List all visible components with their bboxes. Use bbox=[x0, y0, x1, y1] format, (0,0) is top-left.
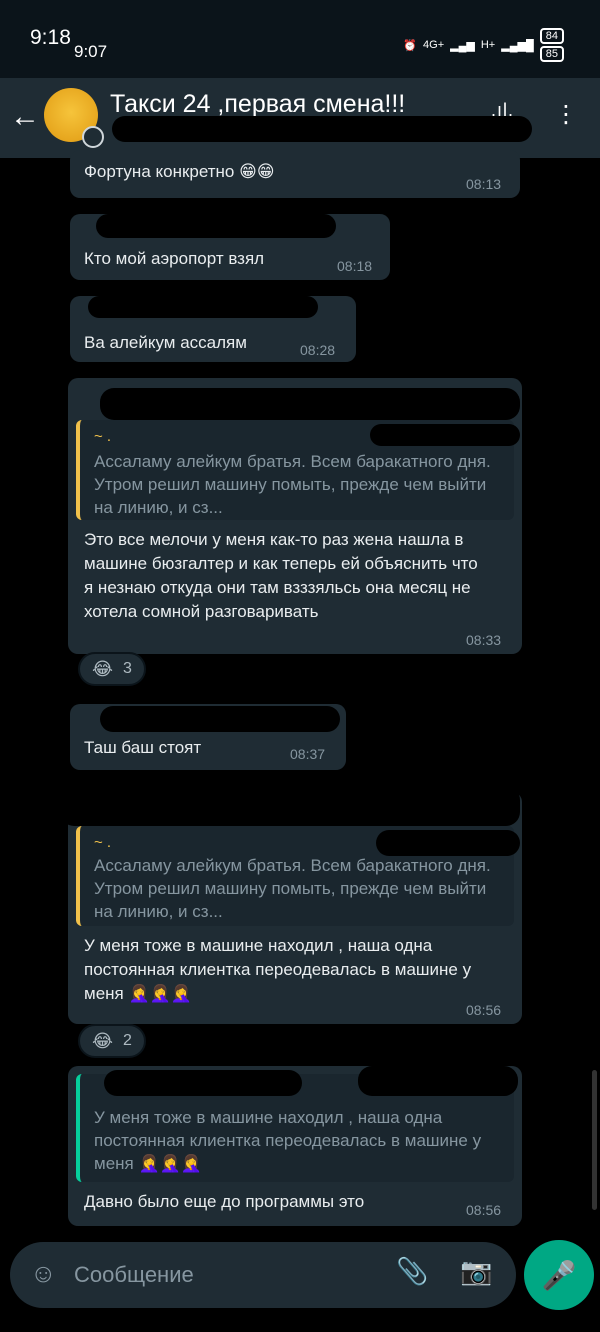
signal-icon-2: ▂▄▆█ bbox=[501, 39, 534, 52]
reaction-emoji: 😂 bbox=[92, 658, 114, 679]
network-type-2: H+ bbox=[480, 39, 496, 51]
paperclip-icon[interactable]: 📎 bbox=[396, 1256, 428, 1287]
redacted-sender bbox=[100, 706, 340, 732]
message-time: 08:18 bbox=[337, 258, 373, 274]
quote-text: У меня тоже в машине находил , наша одна… bbox=[94, 1108, 482, 1173]
status-icons: ⏰ 4G+ ▂▄▆ H+ ▂▄▆█ 84 85 bbox=[403, 28, 564, 62]
message-time: 08:28 bbox=[300, 342, 336, 358]
redacted-subtitle bbox=[112, 116, 532, 142]
back-arrow-icon[interactable]: ← bbox=[10, 100, 40, 134]
message-text: У меня тоже в машине находил , наша одна… bbox=[84, 936, 472, 1003]
redacted-quote-sender bbox=[358, 1066, 518, 1096]
reaction-count: 3 bbox=[123, 660, 132, 677]
quote-text: Ассаламу алейкум братья. Всем баракатног… bbox=[94, 856, 491, 921]
message-text: Давно было еще до программы это bbox=[84, 1192, 365, 1211]
message-text: Ва алейкум ассалям bbox=[84, 333, 247, 352]
message-input[interactable]: Сообщение bbox=[74, 1262, 194, 1288]
microphone-icon: 🎤 bbox=[541, 1259, 577, 1291]
voice-call-icon[interactable]: .ıl. bbox=[491, 100, 514, 129]
battery-level-1: 84 bbox=[539, 28, 564, 44]
message-time: 08:56 bbox=[466, 1002, 502, 1018]
more-options-icon[interactable]: ⋮ bbox=[554, 100, 578, 129]
redacted-sender bbox=[96, 214, 336, 238]
chat-header: ← Такси 24 ,первая смена!!! .ıl. ⋮ bbox=[0, 78, 600, 158]
message-text: Фортуна конкретно 😁😁 bbox=[84, 162, 275, 181]
redacted-quote-sender bbox=[376, 830, 520, 856]
reaction-badge[interactable]: 😂 3 bbox=[78, 652, 146, 686]
scrollbar[interactable] bbox=[592, 1070, 597, 1210]
message-time: 08:33 bbox=[466, 632, 502, 648]
status-time-overlay: 9:07 bbox=[74, 42, 108, 61]
message-text: Это все мелочи у меня как-то раз жена на… bbox=[84, 530, 478, 621]
quote-text: Ассаламу алейкум братья. Всем баракатног… bbox=[94, 452, 491, 517]
reaction-count: 2 bbox=[123, 1032, 132, 1049]
message-time: 08:56 bbox=[466, 1202, 502, 1218]
message-time: 08:13 bbox=[466, 176, 502, 192]
reaction-badge[interactable]: 😂 2 bbox=[78, 1024, 146, 1058]
redacted-quote-sender bbox=[104, 1070, 302, 1096]
redacted-sender bbox=[60, 786, 520, 826]
message-text: Кто мой аэропорт взял bbox=[84, 249, 265, 268]
quote-sender: ~ . bbox=[94, 428, 112, 445]
alarm-icon: ⏰ bbox=[403, 39, 418, 52]
microphone-button[interactable]: 🎤 bbox=[524, 1240, 594, 1310]
redacted-sender bbox=[88, 296, 318, 318]
redacted-sender bbox=[100, 388, 520, 420]
camera-icon[interactable]: 📷 bbox=[460, 1256, 492, 1287]
emoji-icon[interactable]: ☺ bbox=[30, 1258, 57, 1289]
signal-icon: ▂▄▆ bbox=[450, 39, 475, 52]
status-time: 9:18 bbox=[30, 26, 71, 49]
message-text: Таш баш стоят bbox=[84, 738, 202, 757]
battery-level-2: 85 bbox=[539, 46, 564, 62]
community-badge-icon bbox=[82, 126, 104, 148]
chat-title[interactable]: Такси 24 ,первая смена!!! bbox=[110, 90, 405, 119]
quote-sender: ~ . bbox=[94, 834, 112, 851]
redacted-quote-sender bbox=[370, 424, 520, 446]
reaction-emoji: 😂 bbox=[92, 1030, 114, 1051]
message-composer[interactable]: ☺ Сообщение 📎 📷 bbox=[10, 1242, 516, 1308]
status-bar: 9:18 9:07 ⏰ 4G+ ▂▄▆ H+ ▂▄▆█ 84 85 bbox=[0, 0, 600, 78]
message-time: 08:37 bbox=[290, 746, 326, 762]
network-type: 4G+ bbox=[423, 39, 445, 51]
